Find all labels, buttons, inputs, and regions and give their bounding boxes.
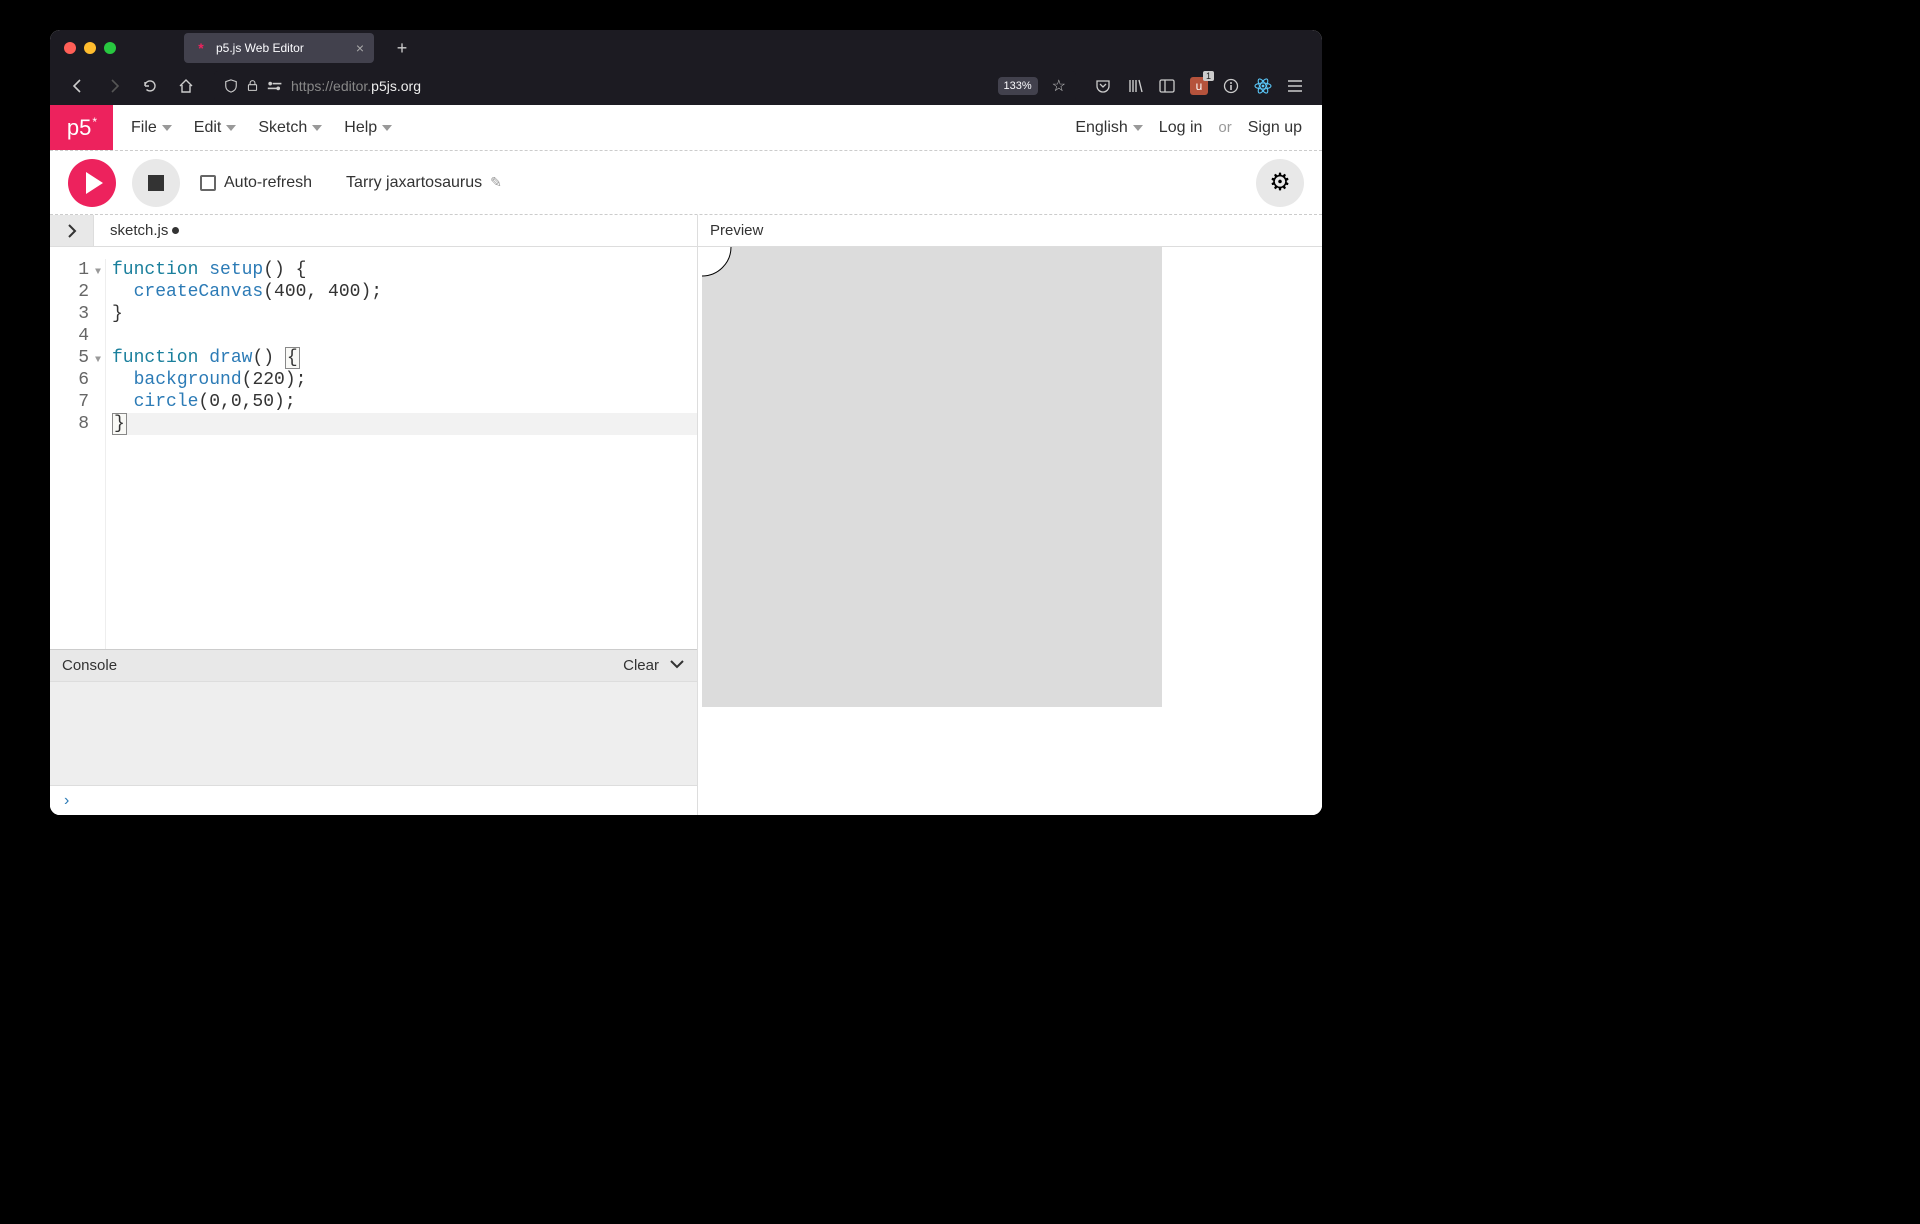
console-clear-button[interactable]: Clear — [623, 657, 659, 674]
close-tab-icon[interactable]: × — [356, 40, 364, 56]
maximize-window-button[interactable] — [104, 42, 116, 54]
file-drawer-toggle[interactable] — [50, 215, 94, 246]
sketch-name[interactable]: Tarry jaxartosaurus ✎ — [346, 174, 502, 192]
console-output — [50, 681, 697, 785]
settings-button[interactable]: ⚙ — [1256, 159, 1304, 207]
tab-title: p5.js Web Editor — [216, 41, 348, 55]
browser-window: * p5.js Web Editor × + http — [50, 30, 1322, 815]
zoom-badge[interactable]: 133% — [998, 77, 1038, 95]
checkbox-icon — [200, 175, 216, 191]
menu-edit[interactable]: Edit — [194, 119, 237, 137]
forward-button[interactable] — [98, 70, 130, 102]
console-collapse-icon[interactable] — [669, 657, 685, 674]
play-button[interactable] — [68, 159, 116, 207]
p5-editor-app: p5* File Edit Sketch Help English Log in or… — [50, 105, 1322, 815]
stop-button[interactable] — [132, 159, 180, 207]
file-tab-sketch[interactable]: sketch.js — [94, 215, 195, 246]
sketch-canvas[interactable] — [702, 247, 1162, 707]
menubar: p5* File Edit Sketch Help English Log in or… — [50, 105, 1322, 151]
url-input[interactable]: https://editor.p5js.org 133% ☆ — [214, 71, 1076, 101]
back-button[interactable] — [62, 70, 94, 102]
console-label: Console — [62, 657, 117, 674]
tab-bar: * p5.js Web Editor × + — [50, 30, 1322, 66]
window-controls — [64, 42, 116, 54]
play-icon — [86, 172, 103, 194]
shield-icon — [224, 79, 238, 93]
extension-icon[interactable]: u 1 — [1184, 71, 1214, 101]
gear-icon: ⚙ — [1269, 168, 1291, 197]
edit-name-icon[interactable]: ✎ — [490, 174, 502, 191]
close-window-button[interactable] — [64, 42, 76, 54]
file-tabs: sketch.js — [50, 215, 697, 247]
menu-sketch[interactable]: Sketch — [258, 119, 322, 137]
lock-icon — [246, 79, 259, 92]
url-text: https://editor.p5js.org — [291, 78, 990, 94]
signup-link[interactable]: Sign up — [1248, 119, 1302, 137]
menu-help[interactable]: Help — [344, 119, 392, 137]
pocket-icon[interactable] — [1088, 71, 1118, 101]
minimize-window-button[interactable] — [84, 42, 96, 54]
prompt-icon: › — [64, 792, 69, 810]
code-editor[interactable]: 1▼2345▼678 function setup() { createCanv… — [50, 247, 697, 649]
new-tab-button[interactable]: + — [388, 34, 416, 62]
unsaved-indicator-icon — [172, 227, 179, 234]
hamburger-menu-icon[interactable] — [1280, 71, 1310, 101]
browser-chrome: * p5.js Web Editor × + http — [50, 30, 1322, 105]
info-icon[interactable] — [1216, 71, 1246, 101]
login-link[interactable]: Log in — [1159, 119, 1203, 137]
workspace: sketch.js 1▼2345▼678 function setup() { … — [50, 215, 1322, 815]
preview-pane: Preview — [698, 215, 1322, 815]
library-icon[interactable] — [1120, 71, 1150, 101]
address-bar-row: https://editor.p5js.org 133% ☆ u 1 — [50, 66, 1322, 105]
home-button[interactable] — [170, 70, 202, 102]
permissions-icon — [267, 80, 283, 92]
preview-canvas-area — [698, 247, 1322, 815]
browser-tab[interactable]: * p5.js Web Editor × — [184, 33, 374, 63]
toolbar: Auto-refresh Tarry jaxartosaurus ✎ ⚙ — [50, 151, 1322, 215]
preview-header: Preview — [698, 215, 1322, 247]
devtools-icon[interactable] — [1248, 71, 1278, 101]
editor-pane: sketch.js 1▼2345▼678 function setup() { … — [50, 215, 698, 815]
sidebar-icon[interactable] — [1152, 71, 1182, 101]
bookmark-star-icon[interactable]: ☆ — [1052, 76, 1066, 96]
console-header: Console Clear — [50, 649, 697, 681]
language-selector[interactable]: English — [1075, 119, 1142, 137]
auto-refresh-toggle[interactable]: Auto-refresh — [200, 174, 312, 192]
menu-file[interactable]: File — [131, 119, 172, 137]
right-menu: English Log in or Sign up — [1075, 105, 1322, 150]
toolbar-icons: u 1 — [1088, 71, 1310, 101]
stop-icon — [148, 175, 164, 191]
reload-button[interactable] — [134, 70, 166, 102]
auto-refresh-label: Auto-refresh — [224, 174, 312, 192]
console-input[interactable]: › — [50, 785, 697, 815]
p5-logo[interactable]: p5* — [50, 105, 113, 150]
favicon-icon: * — [194, 41, 208, 55]
or-text: or — [1218, 119, 1231, 136]
